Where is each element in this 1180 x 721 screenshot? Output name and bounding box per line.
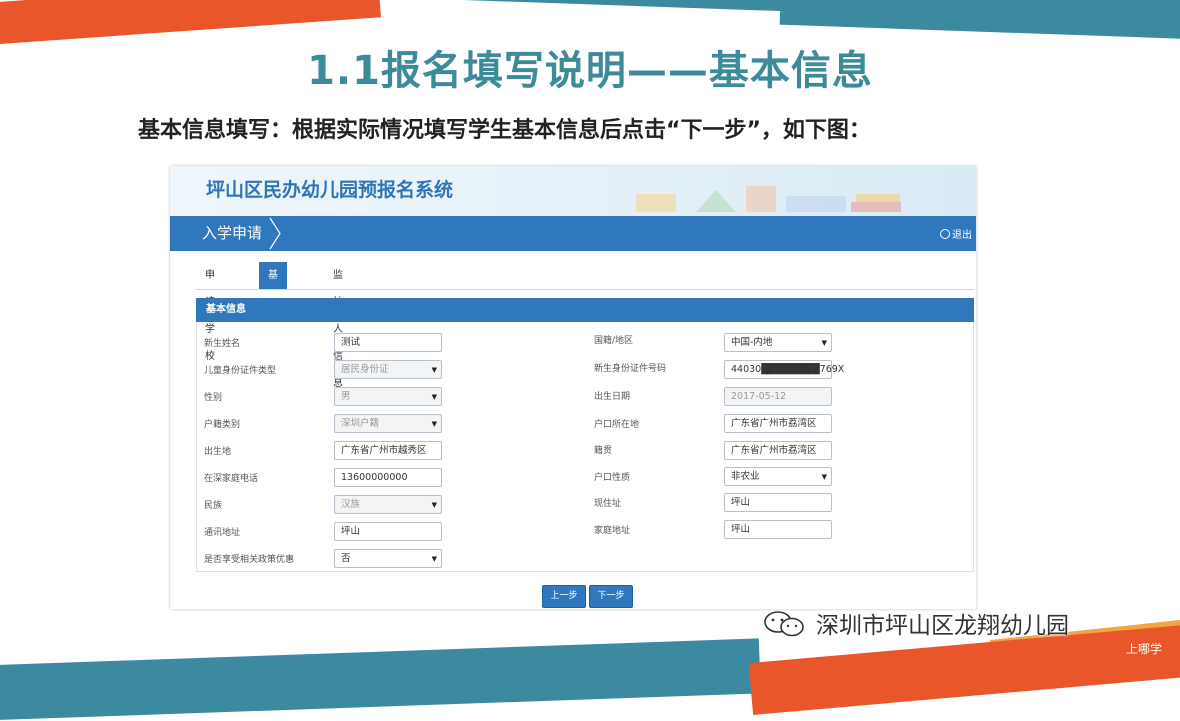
system-title: 坪山区民办幼儿园预报名系统 xyxy=(206,179,454,201)
power-icon xyxy=(940,229,950,239)
logout-link[interactable]: 退出 xyxy=(940,226,972,241)
slide-subtitle: 基本信息填写：根据实际情况填写学生基本信息后点击“下一步”，如下图： xyxy=(138,118,871,143)
native-place-value: 广东省广州市荔湾区 xyxy=(731,445,817,456)
birth-date-input[interactable]: 2017-05-12 xyxy=(724,387,832,406)
label-id-number: 新生身份证件号码 xyxy=(594,364,667,374)
birthplace-input[interactable]: 广东省广州市越秀区 xyxy=(334,441,442,460)
select-caret-icon: ▼ xyxy=(431,501,437,509)
label-household-type: 户籍类别 xyxy=(204,420,241,430)
household-nature-select[interactable]: 非农业 ▼ xyxy=(724,467,832,486)
select-caret-icon: ▼ xyxy=(821,473,827,481)
label-native-place: 籍贯 xyxy=(594,446,613,456)
tab-basic-info[interactable]: 基本信息 xyxy=(259,262,287,362)
logout-label: 退出 xyxy=(952,230,972,241)
label-child-name: 新生姓名 xyxy=(204,339,241,349)
id-type-select[interactable]: 居民身份证 ▼ xyxy=(334,360,442,379)
label-household-nature: 户口性质 xyxy=(594,473,631,483)
gender-select[interactable]: 男 ▼ xyxy=(334,387,442,406)
nationality-value: 中国-内地 xyxy=(731,337,773,348)
home-phone-value: 13600000000 xyxy=(341,472,408,483)
tab-apply-school[interactable]: 申请学校 xyxy=(196,262,224,362)
mailing-address-value: 坪山 xyxy=(341,526,361,537)
home-phone-input[interactable]: 13600000000 xyxy=(334,468,442,487)
bottom-teal-stripe xyxy=(0,638,761,721)
native-place-input[interactable]: 广东省广州市荔湾区 xyxy=(724,441,832,460)
label-nationality: 国籍/地区 xyxy=(594,336,634,346)
nav-tab-enrollment[interactable]: 入学申请 xyxy=(170,216,282,251)
label-home-phone: 在深家庭电话 xyxy=(204,474,259,484)
wechat-icon xyxy=(764,611,804,637)
tab-guardian-info[interactable]: 监护人信息 xyxy=(324,262,352,389)
top-navbar: 入学申请 退出 xyxy=(170,216,976,251)
home-address-input[interactable]: 坪山 xyxy=(724,520,832,539)
nationality-select[interactable]: 中国-内地 ▼ xyxy=(724,333,832,352)
select-caret-icon: ▼ xyxy=(431,555,437,563)
household-location-value: 广东省广州市荔湾区 xyxy=(731,418,817,429)
app-screenshot: 坪山区民办幼儿园预报名系统 入学申请 退出 申请学校 基本信息 监护人信息 基本… xyxy=(170,166,976,609)
policy-benefit-value: 否 xyxy=(341,553,351,564)
child-name-input[interactable]: 测试 xyxy=(334,333,442,352)
label-policy-benefit: 是否享受相关政策优惠 xyxy=(204,555,295,565)
label-mailing-address: 通讯地址 xyxy=(204,528,241,538)
household-nature-value: 非农业 xyxy=(731,471,760,482)
app-header: 坪山区民办幼儿园预报名系统 xyxy=(170,166,976,216)
birth-date-value: 2017-05-12 xyxy=(731,391,787,402)
prev-step-button[interactable]: 上一步 xyxy=(542,585,586,608)
child-name-value: 测试 xyxy=(341,337,361,348)
gender-value: 男 xyxy=(341,391,351,402)
birthplace-value: 广东省广州市越秀区 xyxy=(341,445,427,456)
header-illustration xyxy=(636,186,901,212)
watermark-text: 深圳市坪山区龙翔幼儿园 xyxy=(816,613,1069,639)
label-household-location: 户口所在地 xyxy=(594,420,640,430)
label-current-address: 现住址 xyxy=(594,499,622,509)
ethnicity-select[interactable]: 汉族 ▼ xyxy=(334,495,442,514)
corner-tag: 上哪学 xyxy=(1125,642,1162,656)
chevron-right-icon xyxy=(269,217,281,250)
select-caret-icon: ▼ xyxy=(431,393,437,401)
id-type-value: 居民身份证 xyxy=(341,364,389,375)
household-type-select[interactable]: 深圳户籍 ▼ xyxy=(334,414,442,433)
form-body xyxy=(196,322,974,572)
label-id-type: 儿童身份证件类型 xyxy=(204,366,277,376)
label-home-address: 家庭地址 xyxy=(594,526,631,536)
policy-benefit-select[interactable]: 否 ▼ xyxy=(334,549,442,568)
slide-title: 1.1报名填写说明——基本信息 xyxy=(307,48,873,94)
label-birthplace: 出生地 xyxy=(204,447,232,457)
current-address-input[interactable]: 坪山 xyxy=(724,493,832,512)
select-caret-icon: ▼ xyxy=(431,420,437,428)
label-birth-date: 出生日期 xyxy=(594,392,631,402)
id-number-input[interactable]: 44030████████769X xyxy=(724,360,844,379)
label-ethnicity: 民族 xyxy=(204,501,223,511)
home-address-value: 坪山 xyxy=(731,524,751,535)
household-type-value: 深圳户籍 xyxy=(341,418,380,429)
current-address-value: 坪山 xyxy=(731,497,751,508)
mailing-address-input[interactable]: 坪山 xyxy=(334,522,442,541)
select-caret-icon: ▼ xyxy=(821,339,827,347)
id-number-value: 44030████████769X xyxy=(731,364,845,375)
select-caret-icon: ▼ xyxy=(431,366,437,374)
ethnicity-value: 汉族 xyxy=(341,499,361,510)
tab-divider xyxy=(196,289,974,290)
section-header: 基本信息 xyxy=(196,298,974,322)
next-step-button[interactable]: 下一步 xyxy=(589,585,633,608)
label-gender: 性别 xyxy=(204,393,223,403)
household-location-input[interactable]: 广东省广州市荔湾区 xyxy=(724,414,832,433)
